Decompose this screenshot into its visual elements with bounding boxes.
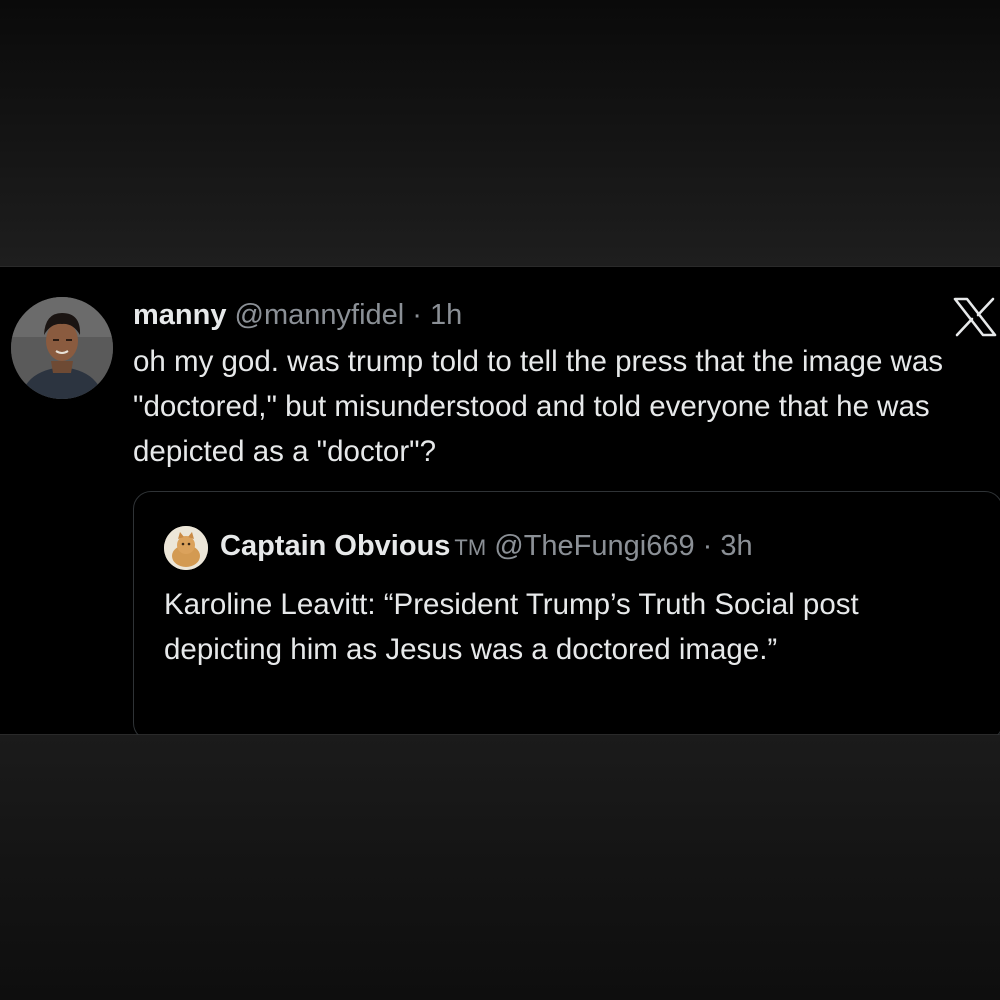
tweet-timestamp[interactable]: 1h: [430, 299, 462, 331]
separator-dot: ·: [412, 299, 422, 331]
quoted-author-handle[interactable]: @TheFungi669: [494, 530, 694, 562]
tweet-text: oh my god. was trump told to tell the pr…: [133, 345, 944, 468]
background-bottom: [0, 735, 1000, 1000]
tweet-card[interactable]: manny @mannyfidel · 1h oh my god. was tr…: [0, 266, 1000, 741]
background-top: [0, 0, 1000, 266]
quoted-author-name[interactable]: Captain Obvious: [220, 530, 450, 562]
author-avatar[interactable]: [11, 297, 113, 399]
quoted-tweet-header: Captain Obvious TM @TheFungi669 · 3h: [220, 526, 753, 568]
author-handle[interactable]: @mannyfidel: [235, 299, 405, 331]
quoted-author-avatar[interactable]: [164, 526, 208, 570]
tweet-header: manny @mannyfidel · 1h: [133, 297, 462, 333]
x-logo-icon: [953, 297, 997, 337]
trademark-badge: TM: [454, 535, 487, 560]
quoted-tweet-card[interactable]: Captain Obvious TM @TheFungi669 · 3h Karo…: [133, 491, 1000, 741]
quoted-separator-dot: ·: [702, 530, 713, 562]
author-name[interactable]: manny: [133, 299, 226, 331]
quoted-tweet-text: Karoline Leavitt: “President Trump’s Tru…: [164, 588, 859, 666]
quoted-tweet-timestamp[interactable]: 3h: [720, 530, 752, 562]
screenshot-canvas: manny @mannyfidel · 1h oh my god. was tr…: [0, 0, 1000, 1000]
